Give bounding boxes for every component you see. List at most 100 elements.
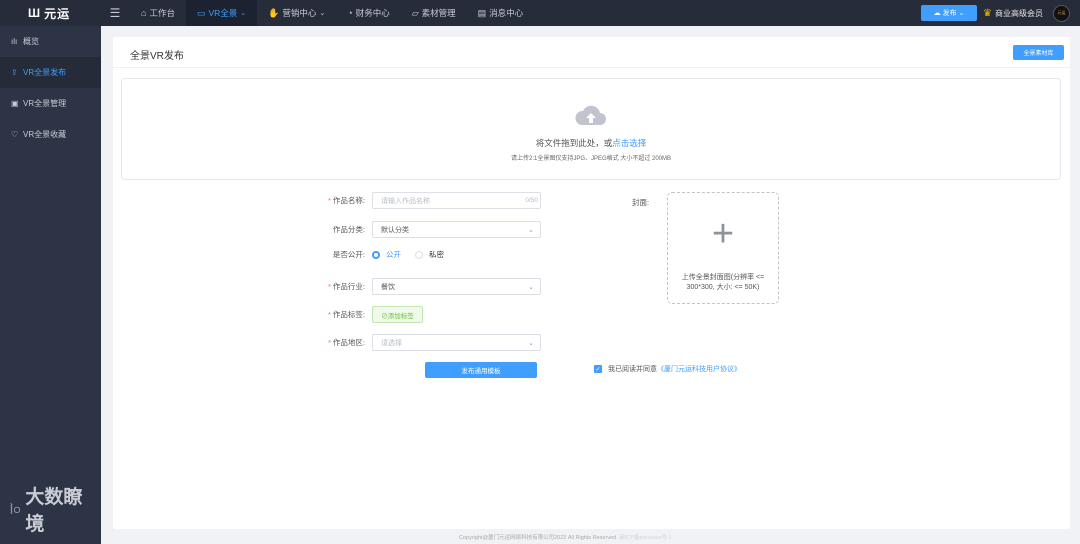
radio-private-label: 私密 (429, 250, 444, 259)
chevron-down-icon: ⌄ (528, 283, 534, 291)
cover-hint: 上传全景封面图(分辨率 <= 300*300, 大小: <= 50K) (681, 274, 765, 291)
public-label-text: 是否公开 (332, 250, 363, 259)
sidebar-item-vr-favorites[interactable]: ♡ VR全景收藏 (0, 119, 101, 150)
add-tag-button[interactable]: ⊘添加标签 (372, 306, 423, 323)
nav-item-label: 消息中心 (489, 8, 524, 18)
name-placeholder: 请输入作品名称 (381, 197, 430, 205)
publish-button[interactable]: ☁ 发布 ⌄ (921, 5, 978, 21)
sidebar-item-label: 概览 (23, 37, 39, 46)
heart-icon: ♡ (11, 130, 19, 139)
sidebar-item-overview[interactable]: ılı 概览 (0, 26, 101, 57)
sidebar-item-label: VR全景管理 (23, 99, 67, 108)
name-char-count: 0/50 (525, 197, 538, 204)
publish-card: 全景VR发布 全景素材库 将文件拖到此处，或点击选择 请上传2:1全景图仅支持J… (113, 37, 1070, 529)
nav-item-label: 工作台 (149, 8, 175, 18)
plus-icon: + (711, 213, 735, 255)
finance-icon: ◔ (347, 8, 353, 18)
region-select[interactable]: 请选择 ⌄ (372, 334, 541, 351)
vip-badge[interactable]: ♛ 商业高级会员 (983, 8, 1043, 19)
chevron-down-icon: ⌄ (319, 10, 326, 17)
nav-item-label: VR全景 (208, 8, 238, 18)
agreement-link[interactable]: 《厦门元运科技用户协议》 (657, 364, 741, 374)
nav-item-workbench[interactable]: ⌂ 工作台 (130, 0, 186, 26)
publish-label: 发布 (942, 10, 957, 17)
public-label: 是否公开: (332, 250, 365, 259)
name-label-text: 作品名称 (332, 196, 363, 205)
publish-template-button[interactable]: 发布通用模板 (425, 362, 537, 378)
watermark-text: 大数瞭境 (25, 487, 83, 535)
message-icon: ▤ (477, 7, 487, 18)
cloud-icon: ☁ (933, 10, 941, 17)
manage-icon: ▣ (11, 99, 19, 108)
industry-select[interactable]: 餐饮 ⌄ (372, 278, 541, 295)
agreement-checkbox[interactable]: ✓ (594, 365, 602, 373)
form-row-category: 作品分类: 默认分类 ⌄ (307, 221, 541, 238)
nav-item-label: 财务中心 (355, 8, 390, 18)
agreement: ✓ 我已阅读并同意 《厦门元运科技用户协议》 (594, 364, 741, 374)
industry-label: * 作品行业: (327, 282, 365, 291)
industry-value: 餐饮 (381, 283, 395, 291)
upload-hint: 请上传2:1全景图仅支持JPG、JPEG格式 大小不超过 200MB (510, 156, 672, 162)
folder-icon: ▱ (411, 7, 419, 18)
top-right-actions: ☁ 发布 ⌄ ♛ 商业高级会员 元运 (921, 0, 1070, 26)
form-row-industry: * 作品行业: 餐饮 ⌄ (307, 278, 541, 295)
sidebar-item-label: VR全景收藏 (23, 130, 67, 139)
chevron-down-icon: ⌄ (528, 339, 534, 347)
top-navbar: Ш 元运 ☰ ⌂ 工作台 ▭ VR全景 ⌄ ✋ 营销中心 ⌄ ◔ 财务中心 ▱ … (0, 0, 1080, 26)
footer: Copyright@厦门元运网络科技有限公司2022 All Rights Re… (459, 533, 672, 541)
page-title: 全景VR发布 (130, 51, 184, 62)
form-row-region: * 作品地区: 请选择 ⌄ (307, 334, 541, 351)
click-select-link[interactable]: 点击选择 (612, 138, 646, 148)
nav-item-marketing[interactable]: ✋ 营销中心 ⌄ (257, 0, 336, 26)
name-input[interactable]: 请输入作品名称 0/50 (372, 192, 541, 209)
nav-item-finance[interactable]: ◔ 财务中心 (336, 0, 400, 26)
category-label: 作品分类: (332, 225, 365, 234)
vip-label: 商业高级会员 (995, 8, 1043, 18)
form-row-public: 是否公开: 公开 私密 (307, 249, 458, 260)
chevron-down-icon: ⌄ (528, 226, 534, 234)
hamburger-icon[interactable]: ☰ (100, 6, 130, 20)
cloud-upload-icon (575, 105, 606, 125)
region-label: * 作品地区: (327, 338, 365, 347)
sidebar-item-vr-publish[interactable]: ⇪ VR全景发布 (0, 57, 101, 88)
watermark: ⦚○ 大数瞭境 (10, 482, 101, 536)
logo-mark-icon: Ш (28, 6, 42, 20)
marketing-icon: ✋ (268, 7, 280, 18)
home-icon: ⌂ (141, 8, 147, 18)
material-library-button[interactable]: 全景素材库 (1013, 45, 1064, 60)
agreement-text: 我已阅读并同意 (608, 366, 657, 373)
header-divider (113, 67, 1070, 68)
drop-instruction: 将文件拖到此处，或 (535, 138, 613, 148)
form-row-tags: * 作品标签: ⊘添加标签 (307, 306, 423, 323)
tags-label-text: 作品标签 (332, 310, 363, 319)
radio-private[interactable]: 私密 (415, 249, 444, 260)
chevron-down-icon: ⌄ (240, 10, 247, 17)
nav-item-message[interactable]: ▤ 消息中心 (467, 0, 535, 26)
category-label-text: 作品分类 (332, 225, 363, 234)
footer-copyright: Copyright@厦门元运网络科技有限公司2022 All Rights Re… (459, 535, 617, 541)
industry-label-text: 作品行业 (332, 282, 363, 291)
brand-logo[interactable]: Ш 元运 (0, 0, 100, 26)
radio-public-label: 公开 (386, 250, 401, 259)
name-label: * 作品名称: (327, 196, 365, 205)
tags-label: * 作品标签: (327, 310, 365, 319)
sidebar-item-label: VR全景发布 (23, 68, 67, 77)
sidebar: ılı 概览 ⇪ VR全景发布 ▣ VR全景管理 ♡ VR全景收藏 ⦚○ 大数瞭… (0, 26, 101, 544)
watermark-logo-icon: ⦚○ (10, 500, 22, 517)
category-value: 默认分类 (381, 226, 409, 234)
crown-icon: ♛ (983, 7, 992, 19)
radio-public[interactable]: 公开 (372, 249, 401, 260)
sidebar-item-vr-manage[interactable]: ▣ VR全景管理 (0, 88, 101, 119)
nav-item-vr[interactable]: ▭ VR全景 ⌄ (185, 0, 258, 26)
category-select[interactable]: 默认分类 ⌄ (372, 221, 541, 238)
nav-item-material[interactable]: ▱ 素材管理 (401, 0, 467, 26)
upload-dropzone[interactable]: 将文件拖到此处，或点击选择 请上传2:1全景图仅支持JPG、JPEG格式 大小不… (121, 78, 1061, 180)
vr-icon: ▭ (196, 7, 206, 18)
chart-icon: ılı (11, 37, 18, 46)
avatar[interactable]: 元运 (1053, 4, 1070, 22)
cover-upload[interactable]: + 上传全景封面图(分辨率 <= 300*300, 大小: <= 50K) (667, 192, 779, 304)
main-nav: ⌂ 工作台 ▭ VR全景 ⌄ ✋ 营销中心 ⌄ ◔ 财务中心 ▱ 素材管理 ▤ … (130, 0, 534, 26)
upload-icon: ⇪ (11, 68, 18, 77)
avatar-text: 元运 (1057, 10, 1066, 15)
footer-icp[interactable]: 闽ICP备xxxxxxxx号-1 (619, 533, 672, 541)
